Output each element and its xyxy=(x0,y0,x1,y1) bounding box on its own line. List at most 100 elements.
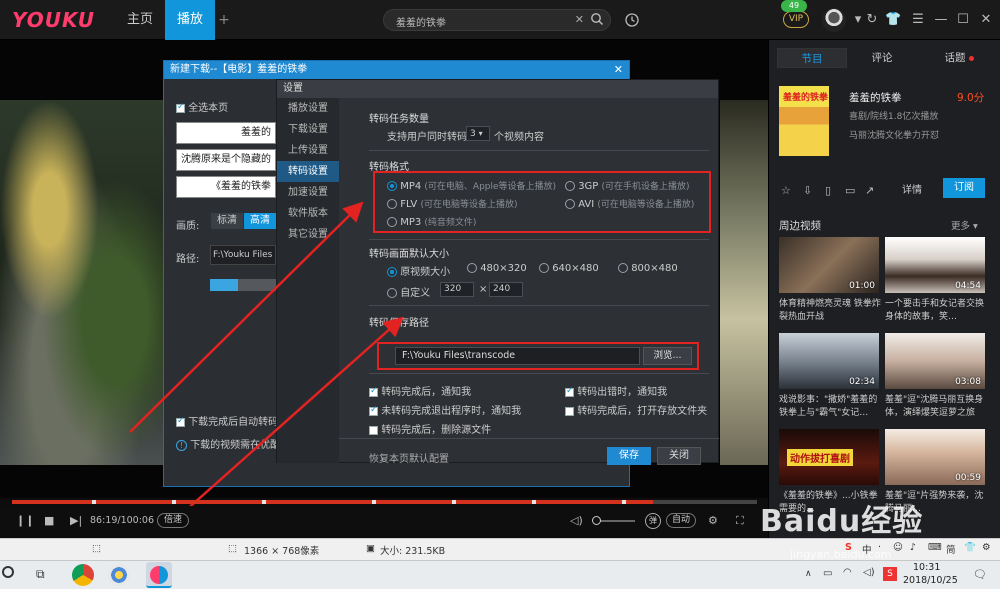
search-input[interactable]: 羞羞的铁拳 xyxy=(396,14,446,29)
volume-slider-handle[interactable] xyxy=(592,516,601,525)
radio-icon[interactable] xyxy=(539,263,549,273)
checkbox-icon[interactable] xyxy=(369,425,378,435)
save-button[interactable]: 保存 xyxy=(607,447,651,465)
quality-standard-button[interactable]: 标清 xyxy=(211,213,243,229)
video-thumbnail[interactable]: 00:59 xyxy=(885,429,985,485)
tv-icon[interactable]: ▭ xyxy=(845,184,855,197)
option-notify-exit[interactable]: 未转码完成退出程序时，通知我 xyxy=(369,402,521,417)
movie-poster[interactable]: 羞羞的铁拳 xyxy=(779,86,829,156)
detail-button[interactable]: 详情 xyxy=(902,181,922,196)
radio-icon[interactable] xyxy=(387,181,397,191)
paint-icon[interactable] xyxy=(108,564,130,586)
share-icon[interactable]: ↗ xyxy=(865,184,874,197)
format-avi[interactable]: AVI (可在电脑等设备上播放) xyxy=(565,197,694,210)
search-box[interactable]: 羞羞的铁拳 ✕ xyxy=(383,9,611,31)
volume-slider[interactable] xyxy=(595,520,635,522)
maximize-icon[interactable]: ☐ xyxy=(955,12,971,28)
size-original[interactable]: 原视频大小 xyxy=(387,263,450,278)
favorite-icon[interactable]: ☆ xyxy=(781,184,791,197)
tab-comment[interactable]: 评论 xyxy=(847,48,917,68)
download-item[interactable]: 沈腾原来是个隐藏的 xyxy=(176,149,276,171)
next-icon[interactable]: ▶| xyxy=(70,514,82,527)
video-caption[interactable]: 体育精神燃亮灵魂 铁拳炸裂热血开战 xyxy=(779,298,883,324)
close-icon[interactable]: ✕ xyxy=(614,63,623,76)
battery-icon[interactable]: ▭ xyxy=(823,568,832,579)
transcode-path-input[interactable]: F:\Youku Files\transcode xyxy=(395,347,640,365)
radio-icon[interactable] xyxy=(565,181,575,191)
custom-width-input[interactable]: 320 xyxy=(440,282,474,297)
download-item[interactable]: 羞羞的 xyxy=(176,122,276,144)
video-thumbnail[interactable]: 03:08 xyxy=(885,333,985,389)
more-link[interactable]: 更多 ▾ xyxy=(951,218,978,232)
sidebar-item-play[interactable]: 播放设置 xyxy=(277,98,339,119)
ime-voice-icon[interactable]: ♪ xyxy=(910,542,916,553)
clear-icon[interactable]: ✕ xyxy=(575,13,584,26)
tab-program[interactable]: 节目 xyxy=(777,48,847,68)
clock-time[interactable]: 10:31 xyxy=(913,562,940,573)
pause-icon[interactable]: ❙❙ xyxy=(16,514,34,527)
volume-icon[interactable]: ◁) xyxy=(570,514,583,527)
video-thumbnail[interactable]: 02:34 xyxy=(779,333,879,389)
format-flv[interactable]: FLV (可在电脑等设备上播放) xyxy=(387,197,517,210)
add-tab-button[interactable]: + xyxy=(218,0,230,40)
checkbox-icon[interactable] xyxy=(369,405,378,416)
size-640x480[interactable]: 640×480 xyxy=(539,263,599,274)
checkbox-icon[interactable] xyxy=(565,386,574,397)
subscribe-button[interactable]: 订阅 xyxy=(943,178,985,198)
movie-title[interactable]: 羞羞的铁拳 xyxy=(849,90,902,105)
option-notify-error[interactable]: 转码出错时，通知我 xyxy=(565,383,667,398)
option-notify-complete[interactable]: 转码完成后，通知我 xyxy=(369,383,471,398)
quality-auto-button[interactable]: 自动 xyxy=(666,513,696,528)
chevron-up-icon[interactable]: ∧ xyxy=(805,569,812,579)
tab-play[interactable]: 播放 xyxy=(165,0,215,40)
task-view-icon[interactable]: ⧉ xyxy=(36,567,45,582)
wifi-icon[interactable]: ◠ xyxy=(843,567,852,578)
format-3gp[interactable]: 3GP (可在手机设备上播放) xyxy=(565,179,690,192)
close-icon[interactable]: ✕ xyxy=(978,12,994,28)
sidebar-item-accelerate[interactable]: 加速设置 xyxy=(277,182,339,203)
notification-icon[interactable]: 🗨 xyxy=(973,568,987,581)
youku-logo[interactable]: YOUKU xyxy=(12,8,95,32)
radio-icon[interactable] xyxy=(387,217,397,227)
size-480x320[interactable]: 480×320 xyxy=(467,263,527,274)
minimize-icon[interactable]: — xyxy=(933,12,949,28)
chrome-icon[interactable] xyxy=(72,564,94,586)
ime-skin-icon[interactable]: 👕 xyxy=(964,542,976,553)
volume-icon[interactable]: ◁) xyxy=(863,567,875,578)
search-icon[interactable] xyxy=(590,12,604,26)
video-thumbnail[interactable]: 01:00 xyxy=(779,237,879,293)
video-caption[interactable]: 戏说影事："撒娇"羞羞的铁拳上与"霸气"女记… xyxy=(779,394,883,420)
sidebar-item-version[interactable]: 软件版本 xyxy=(277,203,339,224)
radio-icon[interactable] xyxy=(467,263,477,273)
youku-taskbar-icon[interactable] xyxy=(146,562,172,588)
sidebar-item-other[interactable]: 其它设置 xyxy=(277,224,339,245)
option-delete-source[interactable]: 转码完成后，删除源文件 xyxy=(369,421,491,436)
select-all-checkbox[interactable]: 全选本页 xyxy=(176,99,228,114)
ime-simplified-icon[interactable]: 简 xyxy=(946,542,956,556)
size-800x480[interactable]: 800×480 xyxy=(618,263,678,274)
speed-button[interactable]: 倍速 xyxy=(157,513,189,528)
stop-icon[interactable]: ■ xyxy=(44,514,54,527)
settings-gear-icon[interactable]: ⚙ xyxy=(708,514,718,527)
restore-defaults-link[interactable]: 恢复本页默认配置 xyxy=(369,450,449,465)
video-thumbnail[interactable]: 动作拔打喜剧 xyxy=(779,429,879,485)
option-open-folder[interactable]: 转码完成后，打开存放文件夹 xyxy=(565,402,707,417)
radio-icon[interactable] xyxy=(387,288,397,298)
cortana-icon[interactable] xyxy=(2,566,14,578)
download-path-input[interactable]: F:\Youku Files xyxy=(210,245,276,265)
fullscreen-icon[interactable]: ⛶ xyxy=(736,514,744,528)
download-icon[interactable]: ⇩ xyxy=(803,184,812,197)
sidebar-item-upload[interactable]: 上传设置 xyxy=(277,140,339,161)
custom-height-input[interactable]: 240 xyxy=(489,282,523,297)
menu-icon[interactable]: ☰ xyxy=(910,12,926,28)
phone-icon[interactable]: ▯ xyxy=(825,184,831,197)
video-caption[interactable]: 羞羞"逗"沈腾马丽互换身体，演绎爆笑逗萝之旅 xyxy=(885,394,989,420)
format-mp3[interactable]: MP3 (纯音频文件) xyxy=(387,215,476,228)
quality-hd-button[interactable]: 高清 xyxy=(244,213,276,229)
tab-home[interactable]: 主页 xyxy=(118,0,162,40)
format-mp4[interactable]: MP4 (可在电脑、Apple等设备上播放) xyxy=(387,179,556,192)
playback-progress-bar[interactable] xyxy=(12,500,757,504)
checkbox-icon[interactable] xyxy=(369,386,378,397)
ime-menu-icon[interactable]: ⚙ xyxy=(982,542,991,553)
skin-icon[interactable]: 👕 xyxy=(885,12,901,28)
